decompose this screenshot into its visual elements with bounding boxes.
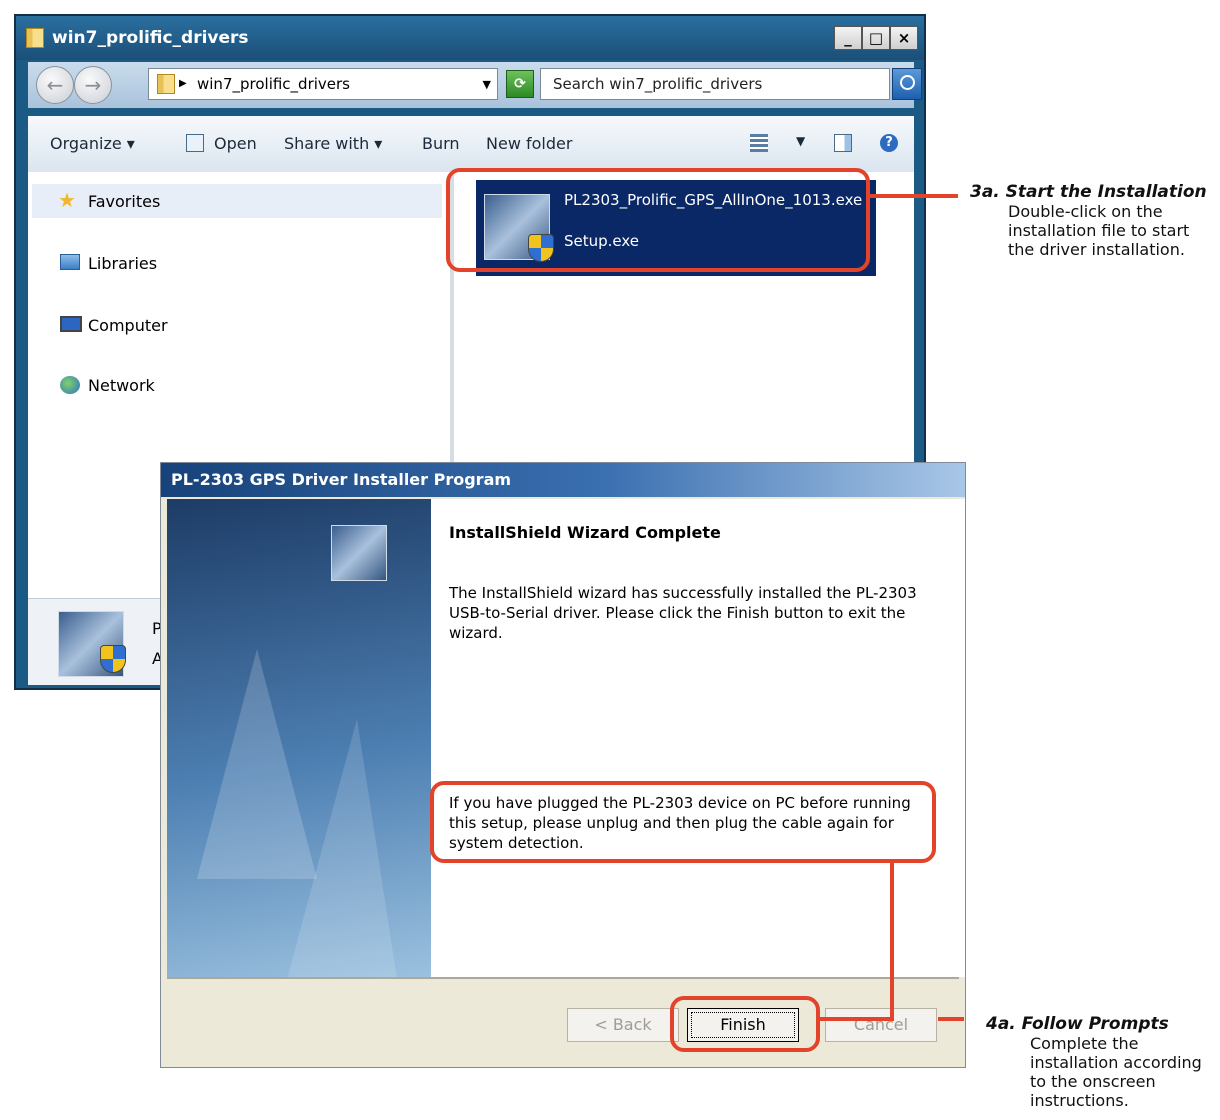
libraries-icon — [60, 254, 80, 270]
open-button[interactable]: Open — [214, 134, 257, 153]
highlight-finish-button — [670, 996, 820, 1052]
search-icon[interactable] — [892, 68, 922, 100]
sidebar-item-computer[interactable]: Computer — [32, 308, 442, 342]
dialog-title: PL-2303 GPS Driver Installer Program — [171, 470, 512, 489]
wizard-side-banner — [167, 499, 431, 977]
highlight-installer-file — [446, 168, 870, 272]
share-with-button[interactable]: Share with ▾ — [284, 134, 382, 153]
organize-button[interactable]: Organize ▾ — [50, 134, 135, 153]
breadcrumb-arrow-icon[interactable]: ▶ — [179, 78, 187, 89]
chevron-down-icon[interactable]: ▼ — [796, 134, 805, 148]
breadcrumb[interactable]: win7_prolific_drivers — [197, 75, 350, 93]
back-button[interactable]: < Back — [567, 1008, 679, 1042]
refresh-icon[interactable]: ⟳ — [506, 70, 534, 98]
callout-line-note — [890, 863, 894, 1021]
view-options-icon[interactable] — [750, 134, 768, 152]
burn-button[interactable]: Burn — [422, 134, 460, 153]
sidebar-item-label: Network — [88, 376, 155, 395]
uac-shield-icon — [100, 645, 126, 673]
sidebar-item-label: Computer — [88, 316, 168, 335]
callout-4a: 4a. Follow Prompts Complete the installa… — [986, 1014, 1218, 1110]
folder-icon — [157, 74, 175, 94]
share-with-label: Share with — [284, 134, 370, 153]
new-folder-button[interactable]: New folder — [486, 134, 572, 153]
star-icon: ★ — [58, 188, 76, 212]
wizard-heading: InstallShield Wizard Complete — [449, 523, 721, 542]
command-toolbar: Organize ▾ Open Share with ▾ Burn New fo… — [28, 116, 914, 173]
folder-icon — [26, 28, 44, 48]
callout-title: 4a. Follow Prompts — [986, 1014, 1169, 1034]
sidebar-item-libraries[interactable]: Libraries — [32, 246, 442, 280]
dialog-title-bar[interactable]: PL-2303 GPS Driver Installer Program — [161, 463, 965, 497]
sidebar-item-label: Libraries — [88, 254, 158, 273]
cancel-button[interactable]: Cancel — [825, 1008, 937, 1042]
sidebar-item-label: Favorites — [88, 192, 161, 211]
explorer-title: win7_prolific_drivers — [52, 28, 249, 48]
open-icon — [186, 134, 204, 152]
search-placeholder: Search win7_prolific_drivers — [553, 75, 763, 93]
address-area: ← → ▶ win7_prolific_drivers ▼ ⟳ Search w… — [28, 62, 922, 108]
wizard-content — [431, 499, 965, 977]
callout-line-finish — [816, 1017, 894, 1021]
installer-dialog: PL-2303 GPS Driver Installer Program Ins… — [160, 462, 966, 1068]
divider — [167, 977, 959, 979]
minimize-button[interactable]: _ — [834, 26, 862, 50]
network-icon — [60, 376, 80, 394]
maximize-button[interactable]: □ — [862, 26, 890, 50]
wizard-body-text: The InstallShield wizard has successfull… — [449, 584, 917, 642]
help-icon[interactable]: ? — [880, 134, 898, 152]
sidebar-item-network[interactable]: Network — [32, 368, 442, 402]
callout-line-4a — [938, 1017, 964, 1021]
callout-3a: 3a. Start the Installation Double-click … — [970, 182, 1218, 259]
chevron-down-icon[interactable]: ▼ — [483, 78, 491, 91]
callout-description: Complete the installation according to t… — [1030, 1034, 1202, 1110]
address-bar[interactable]: ▶ win7_prolific_drivers ▼ — [148, 68, 498, 100]
close-button[interactable]: × — [890, 26, 918, 50]
installer-logo-icon — [331, 525, 387, 581]
sidebar-item-favorites[interactable]: ★ Favorites — [32, 184, 442, 218]
highlight-note — [430, 781, 936, 863]
organize-label: Organize — [50, 134, 122, 153]
search-input[interactable]: Search win7_prolific_drivers — [540, 68, 890, 100]
preview-pane-icon[interactable] — [834, 134, 852, 152]
back-nav-button[interactable]: ← — [36, 66, 74, 104]
computer-icon — [60, 316, 82, 332]
callout-description: Double-click on the installation file to… — [1008, 202, 1190, 259]
callout-title: 3a. Start the Installation — [970, 182, 1207, 202]
callout-line-3a — [870, 194, 958, 198]
explorer-title-bar[interactable]: win7_prolific_drivers _ □ × — [16, 16, 924, 60]
forward-nav-button[interactable]: → — [74, 66, 112, 104]
